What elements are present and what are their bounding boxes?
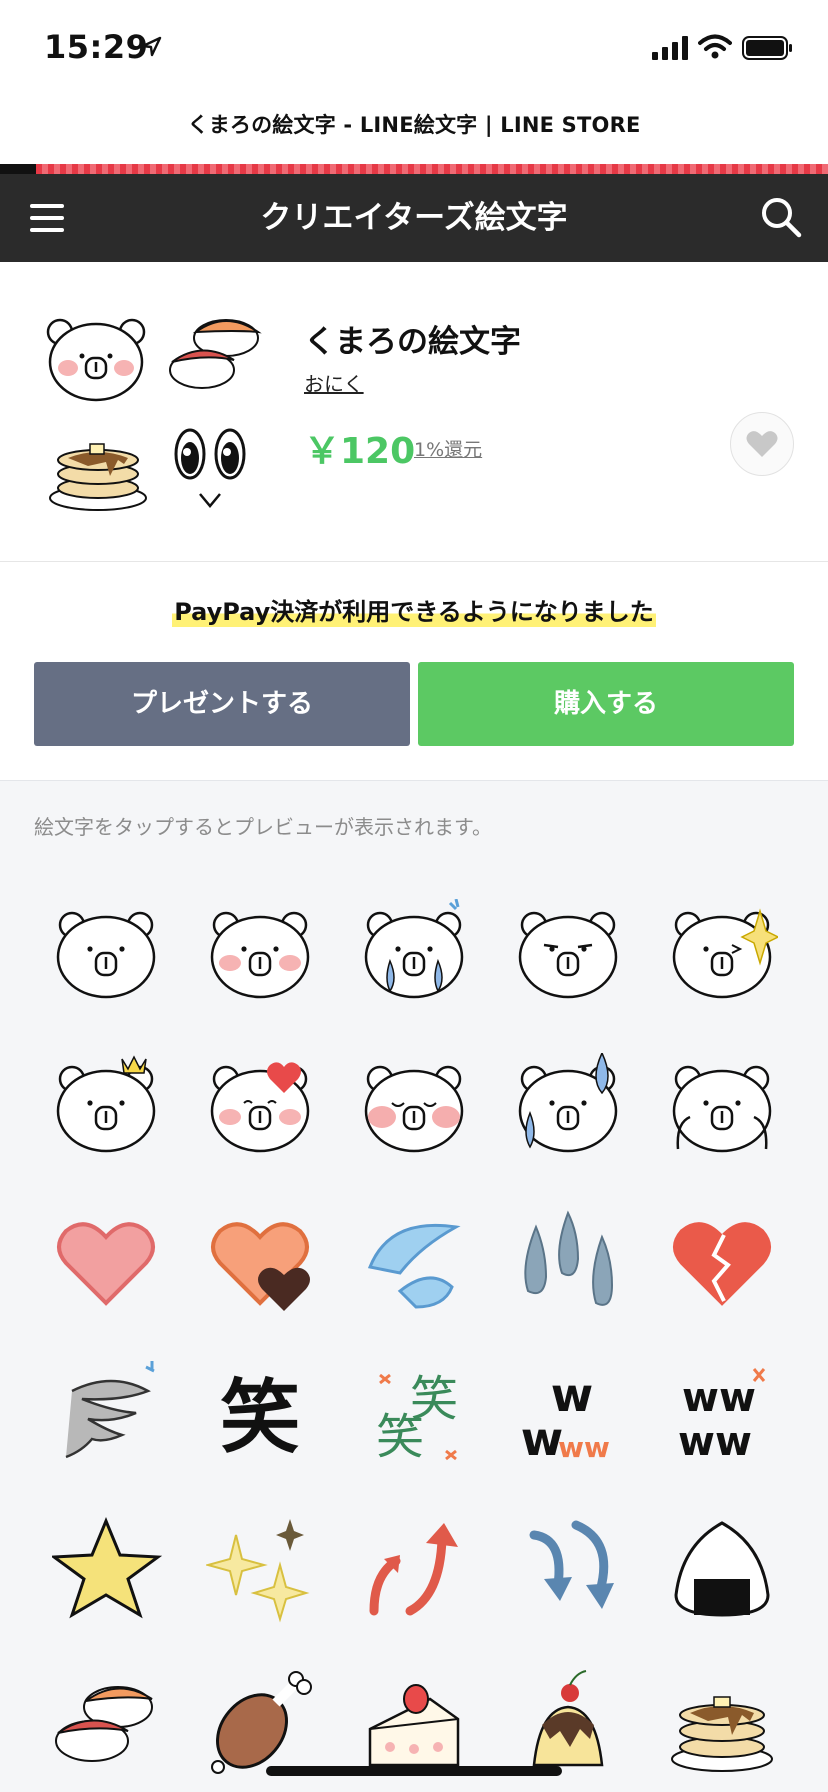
emoji-bear-wink-sparkle-icon[interactable] [646,877,800,1031]
emoji-star-icon[interactable] [30,1493,184,1647]
emoji-arrows-down-icon[interactable] [492,1493,646,1647]
author-link[interactable]: おにく [304,368,364,397]
product-price: ￥120 [304,431,416,472]
emoji-bear-blush-icon[interactable] [184,877,338,1031]
paypay-notice-text: PayPay決済が利用できるようになりました [172,592,656,627]
emoji-bear-grumpy-icon[interactable] [492,877,646,1031]
thumbnail-eyes-icon [174,428,246,508]
emoji-bear-blush-smile-icon[interactable] [338,1031,492,1185]
reward-link[interactable]: 1%還元 [414,435,482,462]
nav-title: クリエイターズ絵文字 [260,200,568,236]
svg-text:w: w [521,1412,564,1466]
product-summary: くまろの絵文字 おにく ￥120 1%還元 [0,262,828,562]
emoji-bear-cry-icon[interactable] [338,877,492,1031]
cellular-signal-icon [652,36,688,60]
browser-title-bar[interactable]: くまろの絵文字 - LINE絵文字 | LINE STORE [0,96,828,164]
emoji-arrows-up-icon[interactable] [338,1493,492,1647]
battery-icon [742,36,792,60]
page-title: くまろの絵文字 - LINE絵文字 | LINE STORE [187,113,641,137]
thumbnail-sushi-icon [169,319,262,389]
emoji-rain-drops-icon[interactable] [492,1185,646,1339]
home-indicator [266,1766,562,1776]
svg-text:笑: 笑 [410,1371,458,1427]
emoji-warai-green-icon[interactable]: 笑笑 [338,1339,492,1493]
search-icon[interactable] [760,196,802,238]
emoji-sparkles-icon[interactable] [184,1493,338,1647]
emoji-heart-pink-icon[interactable] [30,1185,184,1339]
emoji-onigiri-icon[interactable] [646,1493,800,1647]
store-navbar: クリエイターズ絵文字 [0,174,828,262]
thumbnail-pancakes-icon [49,443,147,511]
wifi-icon [698,34,732,59]
emoji-bear-heart-icon[interactable] [184,1031,338,1185]
svg-text:ww: ww [678,1419,752,1465]
emoji-bear-cover-cheeks-icon[interactable] [646,1031,800,1185]
emoji-warai-black-icon[interactable]: 笑 [184,1339,338,1493]
thumbnail-bear-icon [46,318,146,402]
page-load-progress [0,164,828,174]
present-button[interactable]: プレゼントする [34,662,410,746]
emoji-pancakes-icon[interactable] [646,1647,800,1792]
emoji-broken-heart-icon[interactable] [646,1185,800,1339]
svg-text:笑: 笑 [220,1371,300,1464]
emoji-tornado-icon[interactable] [30,1339,184,1493]
emoji-www-black-icon[interactable]: w w ww [492,1339,646,1493]
buy-button[interactable]: 購入する [418,662,794,746]
heart-icon [746,431,778,457]
preview-hint: 絵文字をタップするとプレビューが表示されます。 [34,815,492,839]
status-time: 15:29 [44,28,149,66]
emoji-www-orange-icon[interactable]: ww ww [646,1339,800,1493]
svg-text:ww: ww [682,1375,756,1421]
emoji-bear-sweat-icon[interactable] [492,1031,646,1185]
emoji-bear-plain-icon[interactable] [30,877,184,1031]
emoji-water-drops-icon[interactable] [338,1185,492,1339]
emoji-hearts-orange-icon[interactable] [184,1185,338,1339]
paypay-notice: PayPay決済が利用できるようになりました [0,592,828,627]
location-arrow-icon [141,36,162,57]
emoji-sushi-icon[interactable] [30,1647,184,1792]
emoji-preview-section: 絵文字をタップするとプレビューが表示されます。 笑 笑 笑 w w ww ww … [0,780,828,1792]
emoji-bear-crown-icon[interactable] [30,1031,184,1185]
favorite-button[interactable] [730,412,794,476]
product-name: くまろの絵文字 [304,324,521,360]
status-bar: 15:29 [0,0,828,96]
svg-text:ww: ww [558,1431,610,1464]
page-load-progress-head [0,164,36,174]
